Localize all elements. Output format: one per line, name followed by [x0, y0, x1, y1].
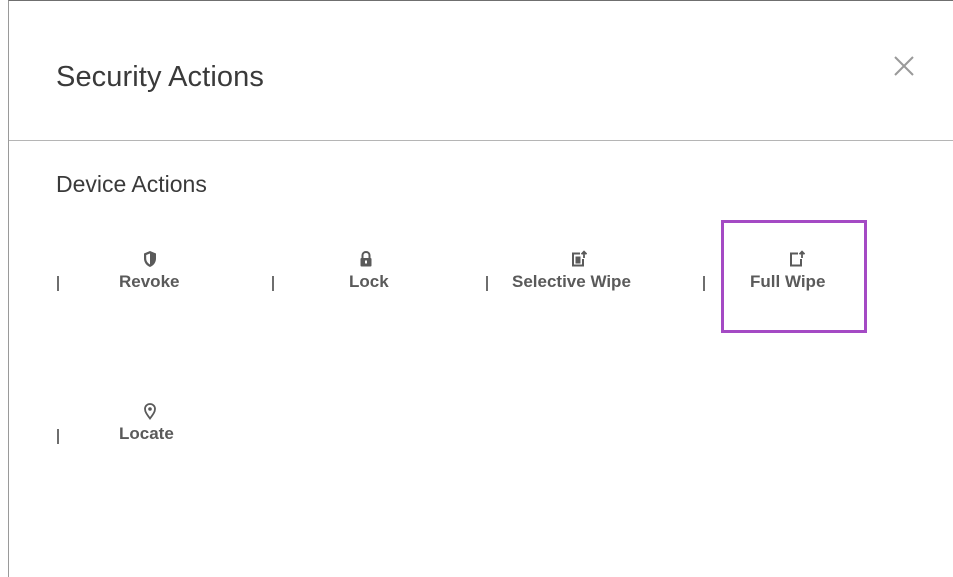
action-divider [57, 429, 59, 444]
action-label: Lock [349, 272, 389, 291]
device-actions-heading: Device Actions [56, 171, 207, 197]
dialog-title: Security Actions [56, 61, 264, 93]
revoke-button[interactable]: Revoke [57, 246, 207, 306]
lock-button[interactable]: Lock [272, 246, 422, 306]
action-label: Selective Wipe [512, 272, 631, 291]
security-actions-dialog: Security Actions Device Actions Revoke L… [8, 0, 953, 577]
action-label: Locate [119, 424, 174, 443]
action-label: Revoke [119, 272, 180, 291]
locate-button[interactable]: Locate [57, 398, 207, 458]
location-pin-icon [142, 402, 158, 421]
action-divider [57, 276, 59, 291]
action-divider [486, 276, 488, 291]
action-divider [703, 276, 705, 291]
lock-icon [358, 250, 374, 268]
selective-wipe-icon [571, 250, 588, 268]
dialog-header: Security Actions [9, 1, 953, 141]
action-divider [272, 276, 274, 291]
close-icon[interactable] [891, 53, 917, 79]
shield-icon [142, 250, 158, 268]
selective-wipe-button[interactable]: Selective Wipe [486, 246, 666, 306]
full-wipe-highlight [721, 220, 867, 333]
